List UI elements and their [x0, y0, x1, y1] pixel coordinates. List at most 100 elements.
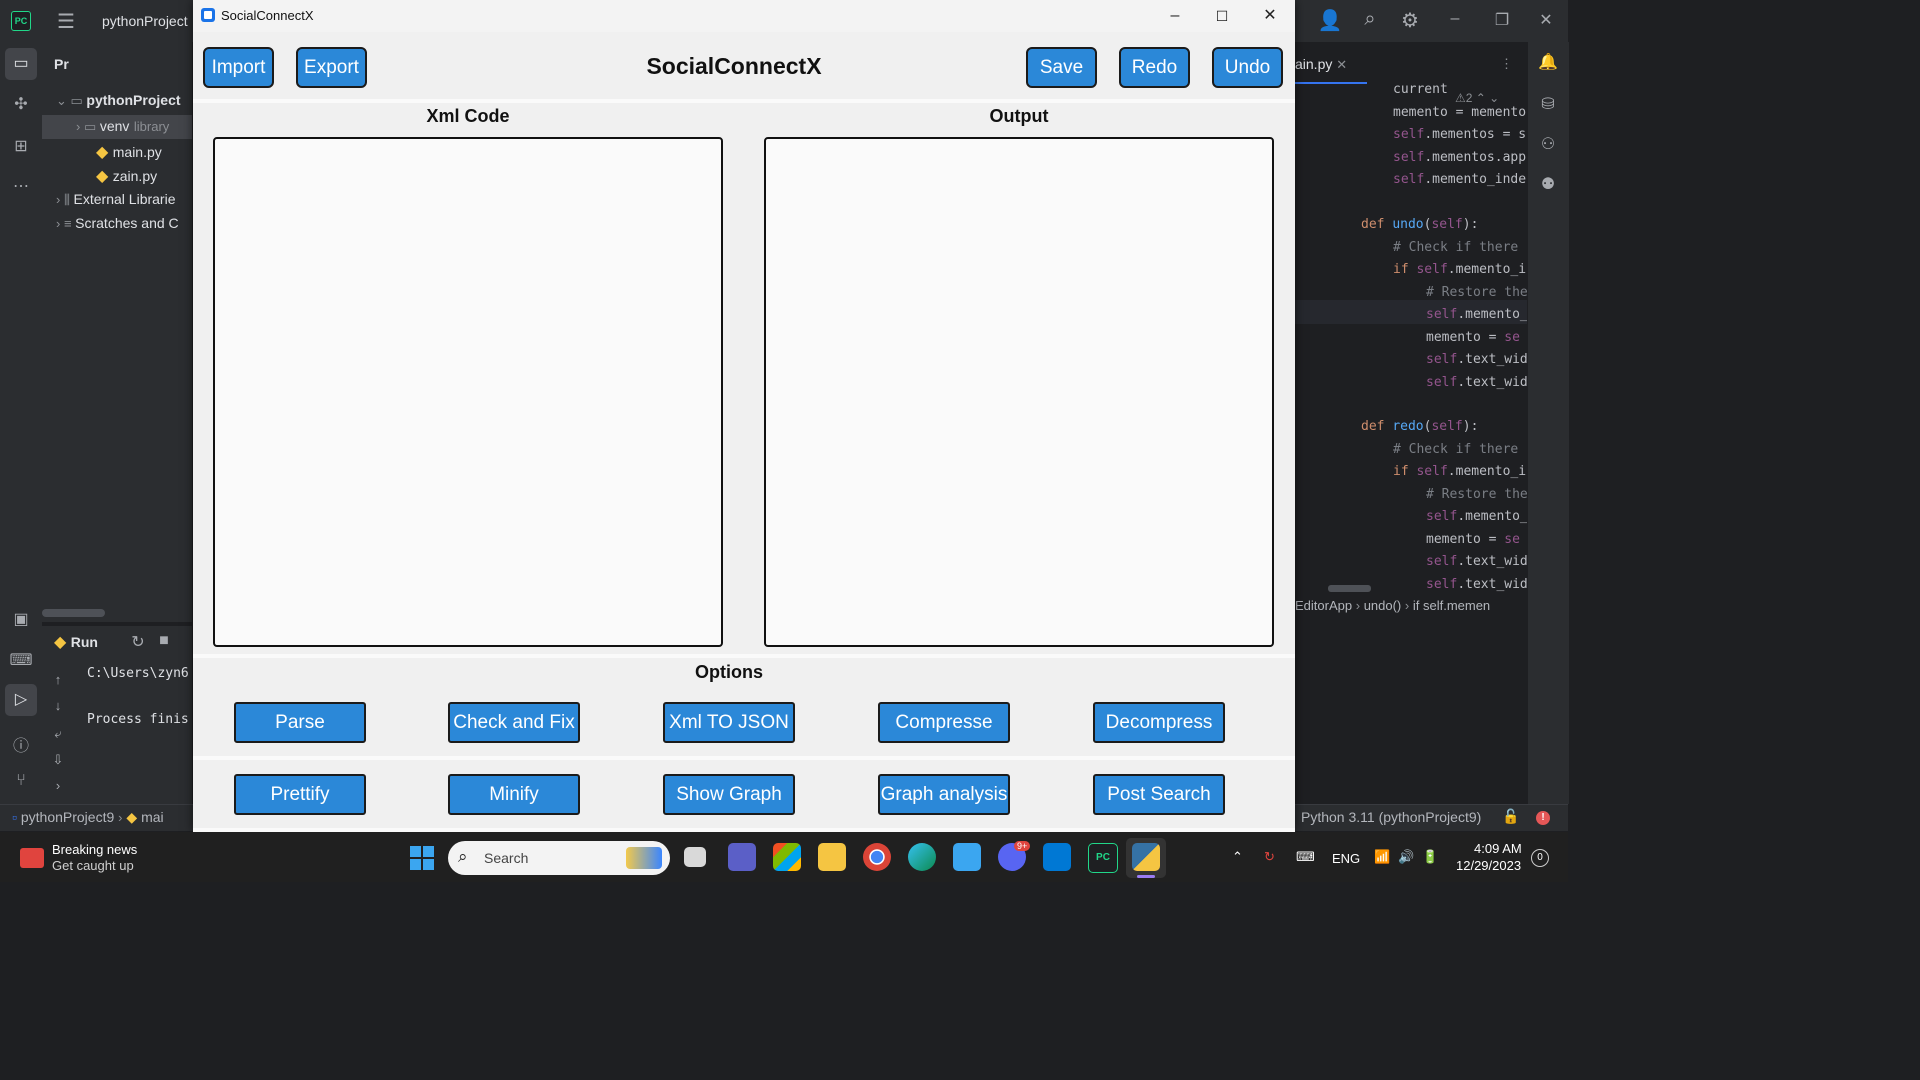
- volume-icon[interactable]: 🔊: [1398, 849, 1414, 865]
- code-line: self.text_wid: [1426, 375, 1528, 390]
- notepad-icon[interactable]: [953, 843, 981, 871]
- code-line: # Restore the: [1426, 487, 1528, 502]
- git-icon[interactable]: ⑂: [7, 772, 35, 790]
- tray-chevron-icon[interactable]: ⌃: [1232, 849, 1243, 865]
- edge-icon[interactable]: [908, 843, 936, 871]
- hamburger-menu-icon[interactable]: ☰: [52, 9, 80, 34]
- minify-button[interactable]: Minify: [448, 774, 580, 815]
- wifi-icon[interactable]: 📶: [1374, 849, 1390, 865]
- stop-icon[interactable]: ■: [150, 632, 178, 650]
- rerun-icon[interactable]: ↻: [124, 632, 152, 652]
- app-icon: [201, 8, 215, 22]
- code-line: # Restore the: [1426, 285, 1528, 300]
- code-line: self.text_wid: [1426, 577, 1528, 592]
- ide-close-icon[interactable]: ✕: [1532, 10, 1560, 30]
- expand-icon[interactable]: ›: [44, 778, 72, 793]
- error-indicator-icon[interactable]: !: [1536, 811, 1550, 825]
- plugins-icon[interactable]: ✣: [7, 94, 35, 114]
- ai-assistant-icon[interactable]: ⚇: [1534, 134, 1562, 154]
- file-explorer-icon[interactable]: [818, 843, 846, 871]
- interpreter-status[interactable]: Python 3.11 (pythonProject9): [1301, 809, 1481, 825]
- compress-button[interactable]: Compresse: [878, 702, 1010, 743]
- warning-indicator[interactable]: ⚠2 ⌃ ⌄: [1455, 91, 1499, 105]
- notifications-bell-icon[interactable]: 🔔: [1534, 52, 1562, 72]
- check-and-fix-button[interactable]: Check and Fix: [448, 702, 580, 743]
- scroll-up-icon[interactable]: ↑: [44, 672, 72, 687]
- battery-icon[interactable]: 🔋: [1422, 849, 1438, 865]
- structure-icon[interactable]: ⊞: [7, 136, 35, 156]
- run-panel: ◆ Run ↻ ■ C:\Users\zyn6 Process finis ↑ …: [42, 625, 192, 804]
- maximize-icon[interactable]: ☐: [1199, 0, 1245, 32]
- xml-code-textarea[interactable]: [213, 137, 723, 647]
- ide-minimize-icon[interactable]: –: [1441, 10, 1469, 28]
- search-icon[interactable]: ⌕: [1356, 8, 1384, 31]
- prettify-button[interactable]: Prettify: [234, 774, 366, 815]
- python-run-icon: ◆: [54, 634, 71, 651]
- python-app-icon[interactable]: [1132, 843, 1160, 871]
- ide-restore-icon[interactable]: ❐: [1488, 10, 1516, 30]
- task-view-icon[interactable]: [684, 847, 706, 867]
- vscode-icon[interactable]: [1043, 843, 1071, 871]
- status-path[interactable]: ▫ pythonProject9 › ◆ mai: [12, 809, 164, 826]
- output-textarea[interactable]: [764, 137, 1274, 647]
- meet-icon[interactable]: [728, 843, 756, 871]
- news-widget[interactable]: Breaking news Get caught up: [18, 842, 148, 876]
- undo-button[interactable]: Undo: [1212, 47, 1283, 88]
- scroll-down-icon[interactable]: ↓: [44, 698, 72, 713]
- run-tool-icon[interactable]: ▷: [5, 684, 37, 716]
- show-graph-button[interactable]: Show Graph: [663, 774, 795, 815]
- import-button[interactable]: Import: [203, 47, 274, 88]
- tree-row-external[interactable]: › ⫼ External Librarie: [56, 191, 175, 209]
- problems-icon[interactable]: ⓘ: [7, 732, 35, 756]
- soft-wrap-icon[interactable]: ⤶: [44, 726, 72, 742]
- close-tab-icon[interactable]: ✕: [1336, 57, 1347, 72]
- keyboard-icon[interactable]: ⌨: [1296, 849, 1315, 865]
- python-packages-icon[interactable]: ▣: [7, 609, 35, 629]
- redo-button[interactable]: Redo: [1119, 47, 1190, 88]
- tree-row-zain[interactable]: ◆ zain.py: [96, 166, 157, 186]
- close-icon[interactable]: ✕: [1247, 0, 1293, 32]
- editor-tab[interactable]: ain.py ✕: [1295, 56, 1347, 73]
- database-icon[interactable]: ⛁: [1534, 94, 1562, 114]
- store-icon[interactable]: [773, 843, 801, 871]
- xml-to-json-button[interactable]: Xml TO JSON: [663, 702, 795, 743]
- ide-right-toolbar: 🔔 ⛁ ⚇ ⚉: [1527, 42, 1569, 804]
- run-tab[interactable]: ◆ Run: [54, 632, 98, 652]
- scroll-end-icon[interactable]: ⇩: [44, 752, 72, 768]
- parse-button[interactable]: Parse: [234, 702, 366, 743]
- editor-h-scrollbar[interactable]: [1328, 585, 1371, 592]
- clock-date[interactable]: 12/29/2023: [1456, 858, 1521, 873]
- chrome-icon[interactable]: [863, 843, 891, 871]
- more-tools-icon[interactable]: ⋯: [7, 176, 35, 196]
- add-user-icon[interactable]: 👤: [1316, 8, 1344, 33]
- windows-start-icon[interactable]: [410, 846, 434, 870]
- pycharm-taskbar-icon[interactable]: PC: [1088, 843, 1118, 873]
- editor-breadcrumb[interactable]: EditorApp › undo() › if self.memen: [1295, 598, 1490, 613]
- code-editor[interactable]: ain.py ✕ ⋮ ⚠2 ⌃ ⌄ current memento = meme…: [1295, 42, 1528, 632]
- tree-row-venv-label[interactable]: › ▭ venv library: [76, 118, 169, 136]
- notification-count-badge[interactable]: 0: [1531, 849, 1549, 867]
- save-button[interactable]: Save: [1026, 47, 1097, 88]
- tray-sync-icon[interactable]: ↻: [1264, 849, 1275, 865]
- terminal-icon[interactable]: ⌨: [7, 650, 35, 670]
- more-tabs-icon[interactable]: ⋮: [1500, 56, 1513, 72]
- settings-gear-icon[interactable]: ⚙: [1396, 8, 1424, 33]
- export-button[interactable]: Export: [296, 47, 367, 88]
- minimize-icon[interactable]: –: [1152, 0, 1198, 32]
- project-scrollbar[interactable]: [42, 609, 105, 617]
- decompress-button[interactable]: Decompress: [1093, 702, 1225, 743]
- post-search-button[interactable]: Post Search: [1093, 774, 1225, 815]
- window-titlebar[interactable]: SocialConnectX – ☐ ✕: [193, 0, 1295, 32]
- tree-row-root[interactable]: ⌄ ▭ pythonProject: [56, 92, 181, 110]
- project-folder-icon[interactable]: ▭: [5, 48, 37, 80]
- tree-row-main[interactable]: ◆ main.py: [96, 142, 162, 162]
- taskbar-search[interactable]: ⌕ Search: [448, 841, 670, 875]
- project-panel: Pr ⌄ ▭ pythonProject › ▭ venv library ◆ …: [42, 42, 192, 622]
- graph-analysis-button[interactable]: Graph analysis: [878, 774, 1010, 815]
- language-indicator[interactable]: ENG: [1332, 851, 1360, 866]
- tree-row-scratches[interactable]: › ≡ Scratches and C: [56, 215, 179, 233]
- clock-time[interactable]: 4:09 AM: [1474, 841, 1522, 856]
- lock-icon[interactable]: 🔓: [1497, 808, 1525, 825]
- code-with-me-icon[interactable]: ⚉: [1534, 174, 1562, 194]
- project-title[interactable]: pythonProject: [102, 13, 188, 29]
